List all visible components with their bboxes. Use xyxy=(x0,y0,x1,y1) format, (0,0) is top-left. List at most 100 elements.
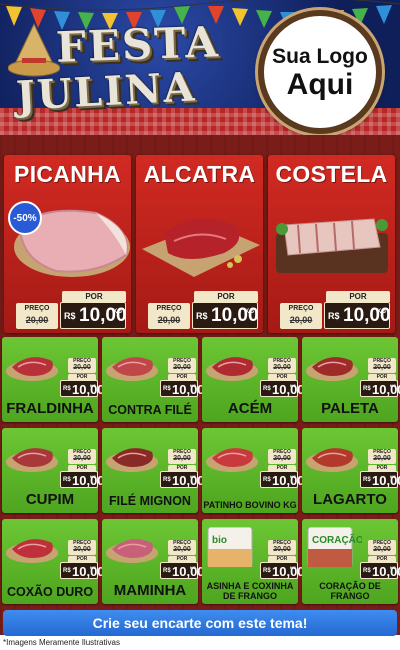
product-name: FILÉ MIGNON xyxy=(109,494,191,508)
product-card-8[interactable]: PREÇO 20,00 POR R$ 10,00 KG COXÃO DURO xyxy=(2,519,105,604)
old-price-box: PREÇO 20,00 xyxy=(268,540,296,555)
meat-image-icon xyxy=(6,357,58,381)
product-card-7[interactable]: PREÇO 20,00 POR R$ 10,00 KG LAGARTO xyxy=(302,428,400,513)
old-price-box: PREÇO 20,00 xyxy=(16,303,58,329)
price-value: 10,00 xyxy=(272,564,305,579)
unit: KG xyxy=(90,383,96,388)
price-tag: PREÇO 20,00 POR R$ 10,00 KG xyxy=(260,358,305,398)
old-price: 20,00 xyxy=(173,364,191,371)
product-name: CORAÇÃO DE FRANGO xyxy=(319,581,381,601)
product-name: COXÃO DURO xyxy=(6,585,94,599)
unit: KG xyxy=(113,309,122,315)
featured-card-alcatra[interactable]: ALCATRA POR PREÇO 20,00 R$ 10,00 KG xyxy=(136,155,263,333)
old-price-box: PREÇO 20,00 xyxy=(368,449,396,464)
old-price-box: PREÇO 20,00 xyxy=(148,303,190,329)
old-price: 20,00 xyxy=(373,455,391,462)
por-label: POR xyxy=(326,291,390,302)
price-value: 10,00 xyxy=(172,473,205,488)
product-name: PATINHO BOVINO KG xyxy=(203,500,297,510)
por-label: POR xyxy=(62,291,126,302)
currency: R$ xyxy=(363,386,371,392)
price-tag: POR PREÇO 20,00 R$ 10,00 KG xyxy=(148,291,259,331)
product-card-9[interactable]: PREÇO 20,00 POR R$ 10,00 KG MAMINHA xyxy=(102,519,205,604)
currency: R$ xyxy=(63,477,71,483)
new-price-box: R$ 10,00 KG xyxy=(160,380,205,397)
old-price-box: PREÇO 20,00 xyxy=(280,303,322,329)
product-card-5[interactable]: PREÇO 20,00 POR R$ 10,00 KG FILÉ MIGNON xyxy=(102,428,205,513)
old-price-box: PREÇO 20,00 xyxy=(168,449,196,464)
logo-placeholder[interactable]: Sua Logo Aqui xyxy=(258,10,382,134)
price-tag: PREÇO 20,00 POR R$ 10,00 KG xyxy=(160,540,205,580)
price-value: 10,00 xyxy=(72,473,105,488)
old-price: 20,00 xyxy=(373,364,391,371)
price-tag: PREÇO 20,00 POR R$ 10,00 KG xyxy=(160,449,205,489)
currency: R$ xyxy=(163,386,171,392)
product-card-11[interactable]: CORAÇÃO PREÇO 20,00 POR R$ 10,00 KG CORA… xyxy=(302,519,400,604)
old-price: 20,00 xyxy=(73,455,91,462)
title-line-2: JULINA xyxy=(14,63,198,120)
new-price-box: R$ 10,00 KG xyxy=(60,562,105,579)
product-name: PALETA xyxy=(321,400,379,417)
old-price-box: PREÇO 20,00 xyxy=(168,358,196,373)
new-price-box: R$ 10,00 KG xyxy=(192,302,259,329)
product-card-2[interactable]: PREÇO 20,00 POR R$ 10,00 KG ACÉM xyxy=(202,337,305,422)
old-price: 20,00 xyxy=(273,364,291,371)
featured-card-picanha[interactable]: PICANHA -50% POR PREÇO 20,00 R$ 10,00 KG xyxy=(4,155,131,333)
product-card-3[interactable]: PREÇO 20,00 POR R$ 10,00 KG PALETA xyxy=(302,337,400,422)
logo-text-2: Aqui xyxy=(286,68,354,101)
currency: R$ xyxy=(263,386,271,392)
new-price-box: R$ 10,00 KG xyxy=(160,562,205,579)
featured-card-costela[interactable]: COSTELA POR PREÇO 20,00 R$ 10,00 KG xyxy=(268,155,395,333)
old-price: 20,00 xyxy=(73,546,91,553)
product-card-0[interactable]: PREÇO 20,00 POR R$ 10,00 KG FRALDINHA xyxy=(2,337,105,422)
meat-image-icon xyxy=(106,539,158,563)
meat-image-icon xyxy=(306,448,358,472)
old-price: 20,00 xyxy=(157,315,181,325)
product-name: CUPIM xyxy=(25,491,75,508)
currency: R$ xyxy=(64,311,76,321)
old-price: 20,00 xyxy=(289,315,313,325)
currency: R$ xyxy=(363,568,371,574)
old-price: 20,00 xyxy=(173,546,191,553)
unit: KG xyxy=(90,474,96,479)
new-price-box: R$ 10,00 KG xyxy=(324,302,391,329)
product-card-4[interactable]: PREÇO 20,00 POR R$ 10,00 KG CUPIM xyxy=(2,428,105,513)
unit: KG xyxy=(190,565,196,570)
price-tag: PREÇO 20,00 POR R$ 10,00 KG xyxy=(360,540,400,580)
price-tag: PREÇO 20,00 POR R$ 10,00 KG xyxy=(360,449,400,489)
meat-image-icon xyxy=(6,448,58,472)
meat-image-icon xyxy=(206,357,258,381)
product-name: LAGARTO xyxy=(313,491,387,508)
price-tag: PREÇO 20,00 POR R$ 10,00 KG xyxy=(60,540,105,580)
currency: R$ xyxy=(163,477,171,483)
old-price: 20,00 xyxy=(373,546,391,553)
currency: R$ xyxy=(328,311,340,321)
unit: KG xyxy=(390,474,396,479)
new-price-box: R$ 10,00 KG xyxy=(260,562,305,579)
packaged-chicken-icon: CORAÇÃO xyxy=(307,527,362,567)
create-flyer-button[interactable]: Crie seu encarte com este tema! xyxy=(3,610,397,636)
old-price: 20,00 xyxy=(173,455,191,462)
price-tag: PREÇO 20,00 POR R$ 10,00 KG xyxy=(260,449,305,489)
product-name: ACÉM xyxy=(227,400,273,417)
price-value: 10,00 xyxy=(172,564,205,579)
product-card-10[interactable]: bio PREÇO 20,00 POR R$ 10,00 KG ASINHA E… xyxy=(202,519,305,604)
price-tag: PREÇO 20,00 POR R$ 10,00 KG xyxy=(160,358,205,398)
old-price: 20,00 xyxy=(273,546,291,553)
old-price-box: PREÇO 20,00 xyxy=(368,358,396,373)
price-tag: PREÇO 20,00 POR R$ 10,00 KG xyxy=(360,358,400,398)
product-card-1[interactable]: PREÇO 20,00 POR R$ 10,00 KG CONTRA FILÉ xyxy=(102,337,205,422)
product-card-6[interactable]: PREÇO 20,00 POR R$ 10,00 KG PATINHO BOVI… xyxy=(202,428,305,513)
old-price: 20,00 xyxy=(73,364,91,371)
svg-text:bio: bio xyxy=(212,535,227,546)
unit: KG xyxy=(290,383,296,388)
currency: R$ xyxy=(63,568,71,574)
product-name: MAMINHA xyxy=(113,582,187,599)
meat-image-icon xyxy=(106,448,158,472)
meat-image-icon xyxy=(306,357,358,381)
currency: R$ xyxy=(163,568,171,574)
header-banner: FESTA JULINA Sua Logo Aqui xyxy=(0,0,400,135)
old-price: 20,00 xyxy=(25,315,49,325)
unit: KG xyxy=(290,474,296,479)
price-tag: PREÇO 20,00 POR R$ 10,00 KG xyxy=(260,540,305,580)
